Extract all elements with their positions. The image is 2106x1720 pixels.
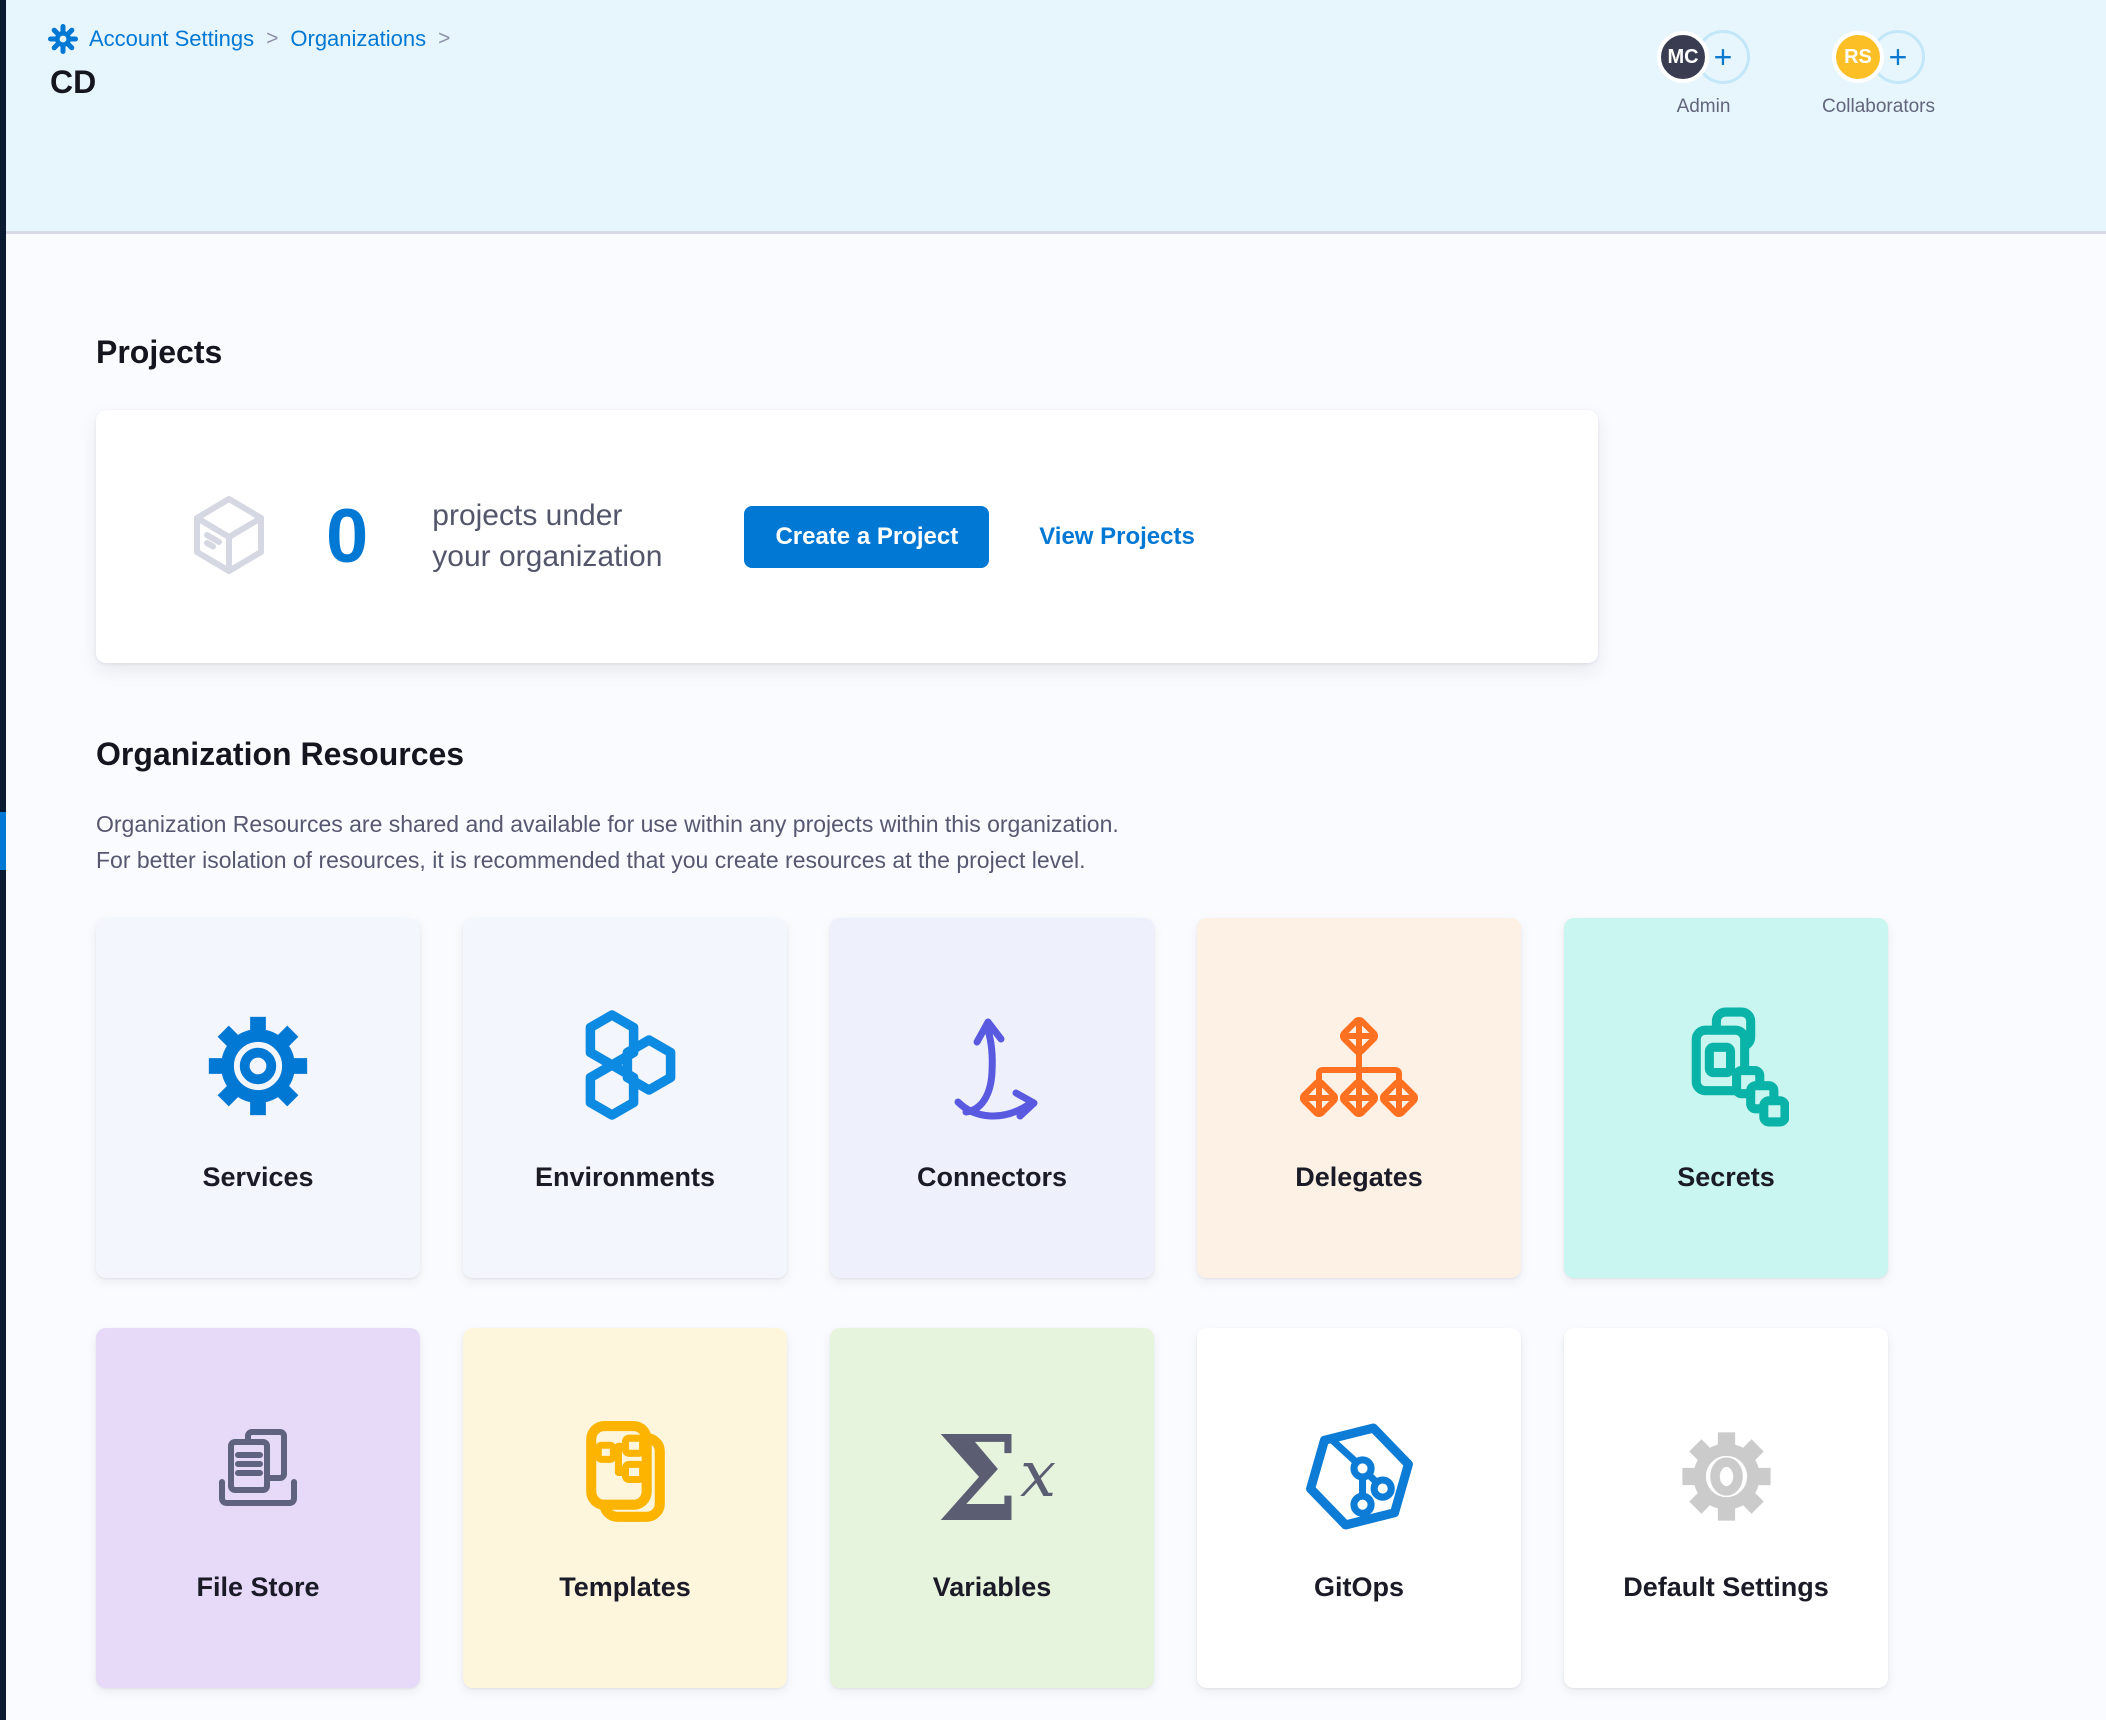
padlock-icon: [1664, 986, 1789, 1146]
org-overview-page: { "breadcrumb": { "separator": ">", "ite…: [0, 0, 2106, 1720]
projects-heading: Projects: [96, 334, 222, 371]
card-environments[interactable]: Environments: [463, 918, 787, 1278]
projects-summary-card: 0 projects under your organization Creat…: [96, 410, 1598, 663]
breadcrumb-link-organizations[interactable]: Organizations: [290, 26, 426, 52]
svg-text:Σ: Σ: [936, 1410, 1019, 1542]
card-label: GitOps: [1314, 1572, 1404, 1603]
admin-group: MC + Admin: [1657, 26, 1750, 118]
breadcrumb-separator: >: [438, 27, 450, 51]
sidebar-active-indicator: [0, 812, 6, 870]
breadcrumb: Account Settings > Organizations >: [48, 24, 450, 54]
card-label: Connectors: [917, 1162, 1067, 1193]
card-gitops[interactable]: GitOps: [1197, 1328, 1521, 1688]
card-connectors[interactable]: Connectors: [830, 918, 1154, 1278]
hexagons-icon: [565, 986, 685, 1146]
org-resources-description: Organization Resources are shared and av…: [96, 806, 1119, 878]
documents-tray-icon: [198, 1396, 318, 1556]
collaborators-label: Collaborators: [1822, 96, 1935, 118]
gear-outline-icon: [1669, 1396, 1784, 1556]
svg-text:x: x: [1020, 1438, 1056, 1512]
card-variables[interactable]: Σ x Variables: [830, 1328, 1154, 1688]
card-label: Default Settings: [1623, 1572, 1829, 1603]
breadcrumb-separator: >: [266, 27, 278, 51]
page-title: CD: [50, 64, 96, 101]
card-services[interactable]: Services: [96, 918, 420, 1278]
breadcrumb-link-account-settings[interactable]: Account Settings: [48, 24, 254, 54]
members-area: MC + Admin RS + Collaborators: [1657, 26, 1935, 118]
org-header: Account Settings > Organizations > CD MC…: [6, 0, 2106, 234]
project-count-caption: projects under your organization: [432, 496, 662, 577]
org-resources-heading: Organization Resources: [96, 736, 464, 773]
collaborators-group: RS + Collaborators: [1822, 26, 1935, 118]
create-project-button[interactable]: Create a Project: [744, 506, 989, 568]
card-templates[interactable]: Templates: [463, 1328, 787, 1688]
cube-icon: [174, 482, 284, 592]
breadcrumb-label: Organizations: [290, 26, 426, 52]
admin-label: Admin: [1677, 96, 1731, 118]
card-default-settings[interactable]: Default Settings: [1564, 1328, 1888, 1688]
card-label: Secrets: [1677, 1162, 1775, 1193]
view-projects-link[interactable]: View Projects: [1039, 523, 1195, 551]
card-label: File Store: [196, 1572, 319, 1603]
collapsed-sidebar-strip[interactable]: [0, 0, 6, 1720]
curved-arrows-icon: [932, 986, 1052, 1146]
resource-card-grid: Services Environments Connectors: [96, 918, 1888, 1688]
gear-icon: [199, 986, 317, 1146]
card-label: Environments: [535, 1162, 715, 1193]
card-secrets[interactable]: Secrets: [1564, 918, 1888, 1278]
card-label: Services: [202, 1162, 313, 1193]
card-label: Templates: [559, 1572, 691, 1603]
card-file-store[interactable]: File Store: [96, 1328, 420, 1688]
delegates-network-icon: [1299, 986, 1419, 1146]
breadcrumb-label: Account Settings: [89, 26, 254, 52]
card-label: Variables: [933, 1572, 1052, 1603]
card-label: Delegates: [1295, 1162, 1423, 1193]
project-count: 0: [326, 499, 368, 575]
collaborator-avatar[interactable]: RS: [1832, 31, 1884, 83]
admin-avatar[interactable]: MC: [1657, 31, 1709, 83]
settings-gear-icon: [48, 24, 78, 54]
template-stack-icon: [563, 1396, 688, 1556]
git-branch-hexagon-icon: [1297, 1396, 1422, 1556]
sigma-icon: Σ x: [917, 1396, 1067, 1556]
card-delegates[interactable]: Delegates: [1197, 918, 1521, 1278]
